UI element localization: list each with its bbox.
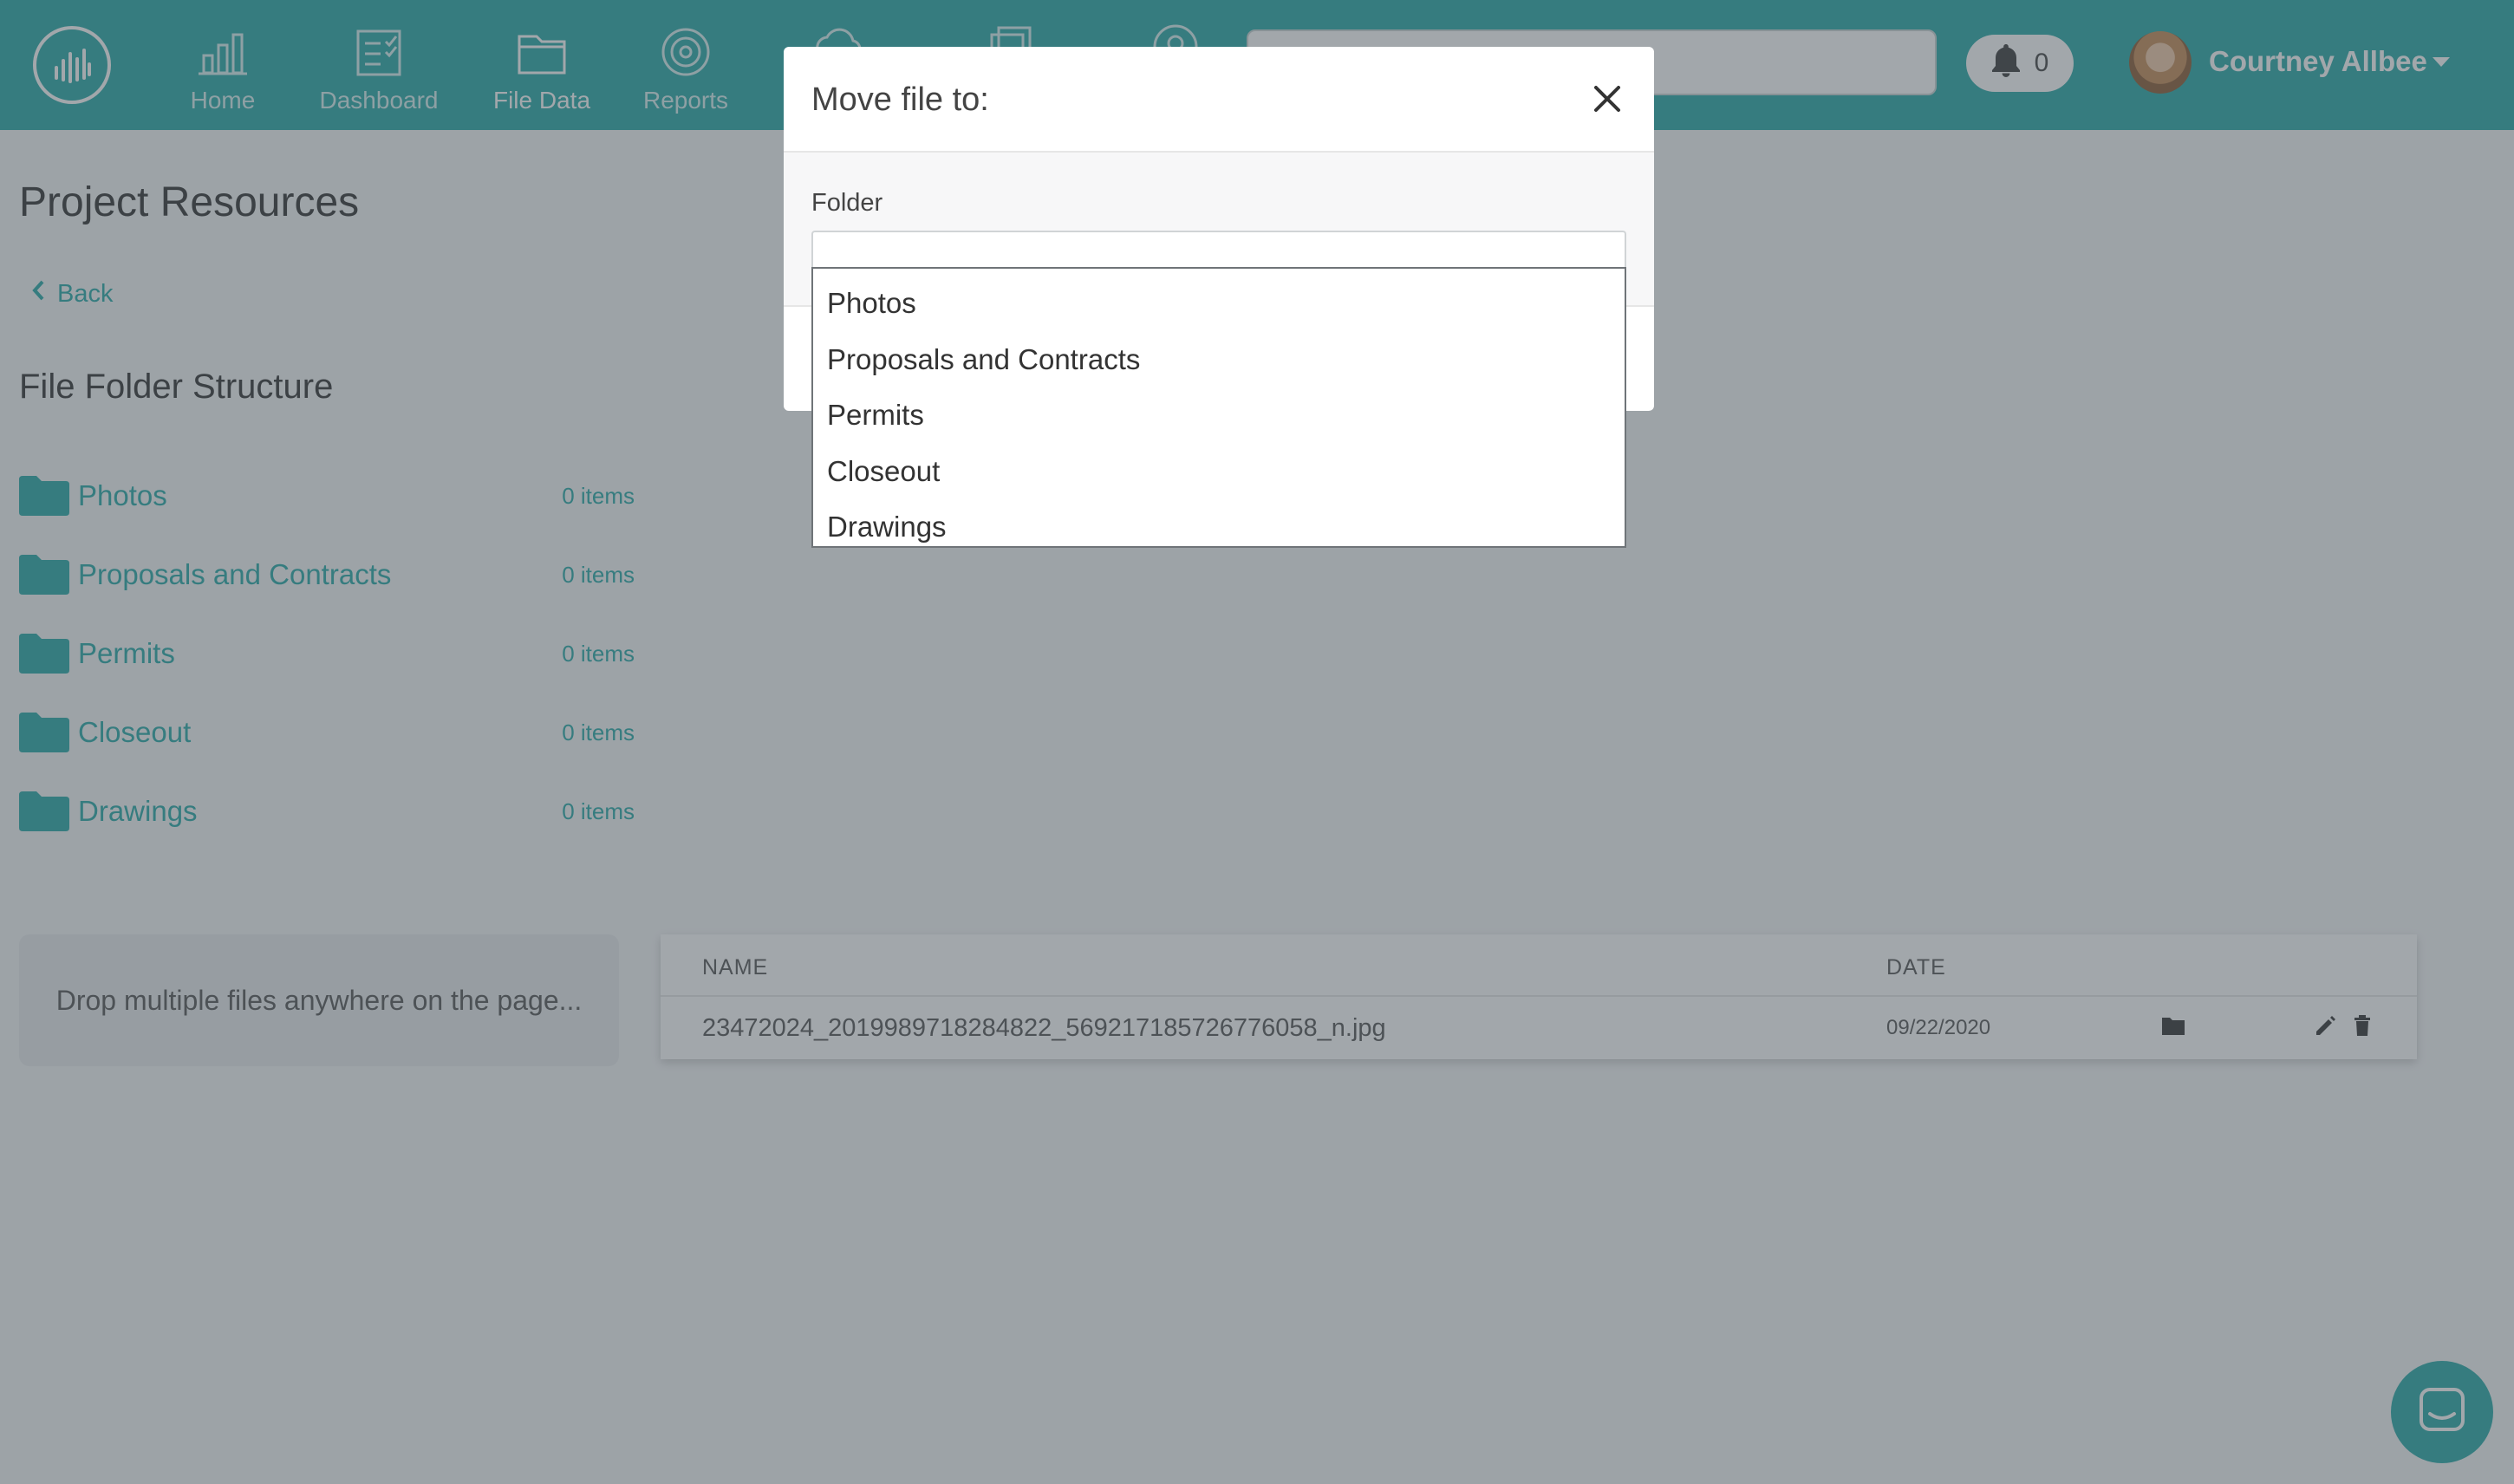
dropdown-option-proposals-and-contracts[interactable]: Proposals and Contracts [813,332,1625,388]
modal-title: Move file to: [811,81,989,118]
dropdown-option-drawings[interactable]: Drawings [813,499,1625,556]
folder-dropdown-list: Photos Proposals and Contracts Permits C… [811,267,1626,548]
dropdown-option-permits[interactable]: Permits [813,387,1625,444]
folder-field-label: Folder [811,189,883,217]
close-icon[interactable] [1588,80,1626,118]
dropdown-option-closeout[interactable]: Closeout [813,444,1625,500]
dropdown-option-photos[interactable]: Photos [813,276,1625,332]
modal-header: Move file to: [784,47,1654,153]
